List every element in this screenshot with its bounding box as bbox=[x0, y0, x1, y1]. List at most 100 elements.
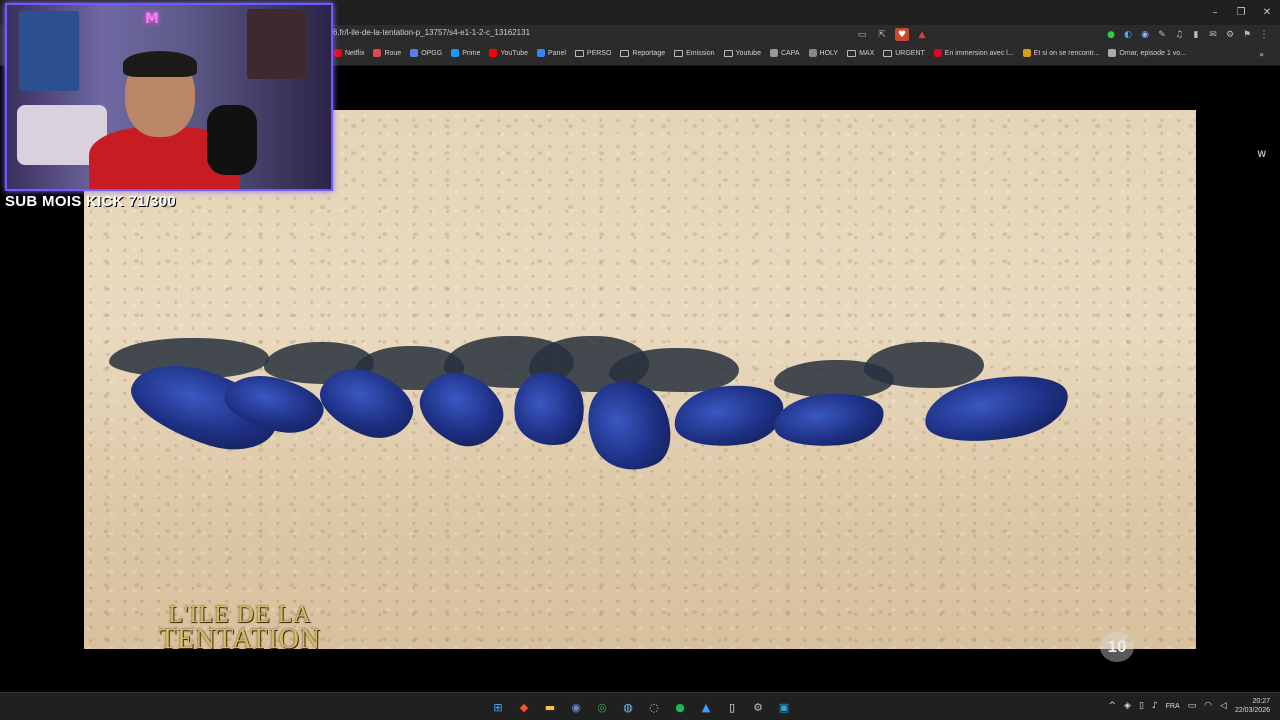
extensions-icon[interactable]: ⚙ bbox=[1224, 28, 1236, 41]
tray-chevron-icon[interactable]: ^ bbox=[1108, 701, 1116, 711]
bookmark-label: Panel bbox=[548, 49, 566, 57]
bookmark-item[interactable]: URGENT bbox=[883, 49, 925, 57]
bookmark-item[interactable]: Et si on se rencontr... bbox=[1022, 49, 1100, 57]
battery-icon[interactable]: ▯ bbox=[1139, 701, 1144, 711]
bookmark-item[interactable]: Omar, episode 1 vo... bbox=[1108, 49, 1186, 57]
settings-icon[interactable]: ⚙ bbox=[748, 697, 768, 717]
bookmark-item[interactable]: CAPA bbox=[769, 49, 800, 57]
bookmark-item[interactable]: Emission bbox=[674, 49, 715, 57]
media-icon[interactable]: ♫ bbox=[1173, 28, 1185, 41]
taskbar: ⊞ ◆ ▬ ◉ ◎ ◍ ◌ ● ▲ ▯ ⚙ ▣ ^ ◈ ▯ ♪ FRA ▭ ◠ ◁ 20:27 22/… bbox=[0, 692, 1280, 720]
favicon-icon bbox=[808, 49, 817, 57]
folder-icon bbox=[723, 49, 733, 57]
photos-icon[interactable]: ▲ bbox=[696, 697, 716, 717]
blue-bag bbox=[771, 388, 887, 452]
bookmark-item[interactable]: Panel bbox=[537, 49, 566, 57]
extension-icon-1[interactable]: ● bbox=[1105, 28, 1117, 41]
extension-icon-4[interactable]: ✎ bbox=[1156, 28, 1168, 41]
bookmark-label: Et si on se rencontr... bbox=[1033, 49, 1100, 57]
bookmark-item[interactable]: YouTube bbox=[489, 49, 528, 57]
window-controls: – ❐ ✕ bbox=[1202, 0, 1280, 25]
minimize-button[interactable]: – bbox=[1202, 0, 1228, 25]
folder-icon bbox=[674, 49, 684, 57]
show-logo-line2: TENTATION bbox=[158, 623, 322, 655]
favicon-icon bbox=[769, 49, 778, 57]
bookmark-label: CAPA bbox=[780, 49, 800, 57]
volume-icon[interactable]: ◁ bbox=[1220, 701, 1227, 711]
file-explorer-icon[interactable]: ▬ bbox=[540, 697, 560, 717]
bookmark-label: Netflix bbox=[345, 49, 365, 57]
clock-date: 22/03/2026 bbox=[1234, 707, 1270, 715]
restore-button[interactable]: ❐ bbox=[1228, 0, 1254, 25]
share-icon[interactable]: ⇱ bbox=[875, 28, 889, 41]
sub-counter: SUB MOIS KICK 71/300 bbox=[5, 193, 177, 210]
bookmark-item[interactable]: Roue bbox=[373, 49, 401, 57]
neon-sign: M bbox=[145, 11, 159, 27]
bookmark-item[interactable]: Youtube bbox=[723, 49, 761, 57]
more-bookmarks-icon[interactable]: » bbox=[1259, 50, 1264, 59]
bookmark-label: OPGG bbox=[421, 49, 443, 57]
show-logo: L'ILE DE LA TENTATION bbox=[150, 603, 330, 655]
bookmark-label: PERSO bbox=[586, 49, 612, 57]
bookmark-item[interactable]: Netflix bbox=[334, 49, 364, 57]
bookmark-item[interactable]: Reportage bbox=[620, 49, 666, 57]
channel-logo: 10 bbox=[1100, 632, 1134, 662]
extension-icon-3[interactable]: ◉ bbox=[1139, 28, 1151, 41]
brave-shield-icon[interactable]: ♥ bbox=[895, 28, 909, 41]
steam-icon[interactable]: ◍ bbox=[618, 697, 638, 717]
cast-icon[interactable]: ▭ bbox=[855, 28, 869, 41]
chrome-icon[interactable]: ◎ bbox=[592, 697, 612, 717]
bookmark-label: HOLY bbox=[819, 49, 839, 57]
bookmark-label: En immersion avec l... bbox=[944, 49, 1014, 57]
bookmark-item[interactable]: OPGG bbox=[410, 49, 442, 57]
webcam-overlay: M bbox=[5, 3, 333, 191]
favicon-icon bbox=[1022, 49, 1031, 57]
microphone bbox=[207, 105, 257, 175]
extension-icons: ● ◐ ◉ ✎ ♫ ▮ ✉ ⚙ ⚑ ⋮ bbox=[1105, 28, 1270, 41]
favicon-icon bbox=[489, 49, 498, 57]
bookmark-item[interactable]: En immersion avec l... bbox=[933, 49, 1014, 57]
bookmark-item[interactable]: Prime bbox=[451, 49, 480, 57]
bookmark-label: Emission bbox=[686, 49, 715, 57]
brave-browser-icon[interactable]: ◆ bbox=[514, 697, 534, 717]
bookmark-label: Youtube bbox=[735, 49, 761, 57]
bookmark-item[interactable]: HOLY bbox=[808, 49, 839, 57]
bookmark-label: Roue bbox=[384, 49, 402, 57]
bookmark-item[interactable]: PERSO bbox=[574, 49, 612, 57]
obs-icon[interactable]: ◌ bbox=[644, 697, 664, 717]
favicon-icon bbox=[410, 49, 419, 57]
system-tray: ^ ◈ ▯ ♪ FRA ▭ ◠ ◁ 20:27 22/03/2026 bbox=[1108, 697, 1270, 715]
app-icon[interactable]: ▣ bbox=[774, 697, 794, 717]
close-button[interactable]: ✕ bbox=[1254, 0, 1280, 25]
notepad-icon[interactable]: ▯ bbox=[722, 697, 742, 717]
folder-icon bbox=[883, 49, 893, 57]
brave-rewards-icon[interactable]: ▲ bbox=[915, 28, 929, 41]
address-bar-icons: ▭ ⇱ ♥ ▲ bbox=[855, 28, 929, 41]
vpn-icon[interactable]: ⚑ bbox=[1241, 28, 1253, 41]
bookmark-list: Netflix Roue OPGG Prime YouTube Panel PERSO Rep… bbox=[334, 49, 1186, 57]
mic-icon[interactable]: ♪ bbox=[1152, 701, 1158, 711]
windows-start-icon[interactable]: ⊞ bbox=[488, 697, 508, 717]
wifi-icon[interactable]: ◠ bbox=[1204, 701, 1212, 711]
display-icon[interactable]: ▭ bbox=[1188, 701, 1197, 711]
streamer-hair bbox=[123, 51, 197, 77]
bookmark-label: MAX bbox=[859, 49, 875, 57]
sidebar-icon[interactable]: ▮ bbox=[1190, 28, 1202, 41]
favicon-icon bbox=[537, 49, 545, 57]
bookmark-label: YouTube bbox=[500, 49, 528, 57]
extension-icon-2[interactable]: ◐ bbox=[1122, 28, 1134, 41]
folder-icon bbox=[620, 49, 630, 57]
bookmark-label: Prime bbox=[462, 49, 481, 57]
menu-icon[interactable]: ⋮ bbox=[1258, 28, 1270, 41]
language-indicator[interactable]: FRA bbox=[1166, 703, 1180, 710]
bookmark-item[interactable]: MAX bbox=[847, 49, 875, 57]
folder-icon bbox=[847, 49, 857, 57]
wallet-icon[interactable]: ✉ bbox=[1207, 28, 1219, 41]
spotify-icon[interactable]: ● bbox=[670, 697, 690, 717]
discord-icon[interactable]: ◉ bbox=[566, 697, 586, 717]
network-icon[interactable]: ◈ bbox=[1124, 701, 1131, 711]
url-text[interactable]: 6.fr/l-ile-de-la-tentation-p_13757/s4-e1… bbox=[333, 28, 530, 37]
clock[interactable]: 20:27 22/03/2026 bbox=[1235, 697, 1270, 715]
folder-icon bbox=[574, 49, 584, 57]
bookmark-label: Reportage bbox=[632, 49, 666, 57]
